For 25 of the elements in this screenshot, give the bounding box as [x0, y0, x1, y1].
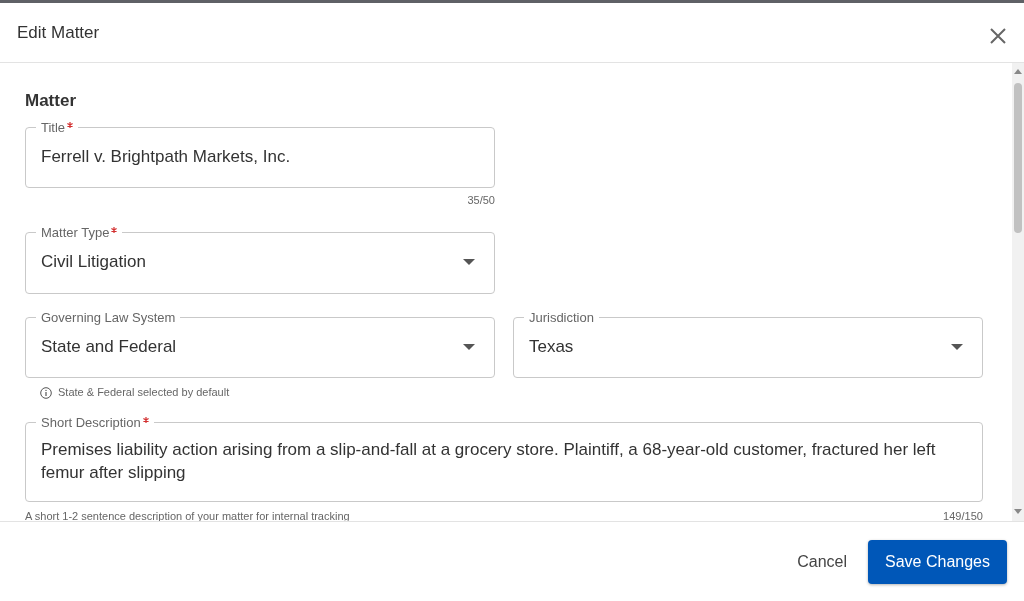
field-label: Title — [41, 120, 66, 136]
character-counter: 149/150 — [943, 508, 983, 521]
dropdown[interactable]: Matter Type Civil Litigation — [25, 226, 495, 294]
scroll-up-icon[interactable] — [1013, 69, 1022, 75]
scroll-down-icon[interactable] — [1013, 509, 1022, 515]
description-field[interactable]: Short Description Premises liability action arising from a slip-and-fall at a grocery store. Plaintiff, a 68-year-old customer, fractured her left femur after slipping — [25, 415, 983, 502]
scrollbar[interactable] — [1011, 63, 1024, 521]
text-field[interactable]: Title Ferrell v. Brightpath Markets, Inc. — [25, 121, 495, 188]
field-label: Short Description — [41, 414, 141, 430]
scroll-thumb[interactable] — [1013, 83, 1022, 233]
caret-icon — [462, 343, 475, 350]
character-counter: 35/50 — [467, 192, 495, 208]
info-icon — [40, 386, 52, 399]
dropdown[interactable]: Jurisdiction Texas — [512, 310, 983, 379]
caret-icon — [462, 259, 475, 266]
section-title: Matter — [25, 91, 77, 112]
save-button[interactable]: Save Changes — [868, 539, 1007, 584]
caret-icon — [950, 343, 963, 350]
field-label: Governing Law System — [41, 309, 176, 325]
field-label: Jurisdiction — [528, 309, 594, 325]
dropdown[interactable]: Governing Law System State and Federal — [25, 310, 495, 379]
field-label: Matter Type — [41, 225, 110, 241]
dialog-title: Edit Matter — [17, 21, 100, 44]
cancel-button[interactable]: Cancel — [784, 540, 861, 583]
hint-text: State & Federal selected by default — [58, 385, 230, 401]
